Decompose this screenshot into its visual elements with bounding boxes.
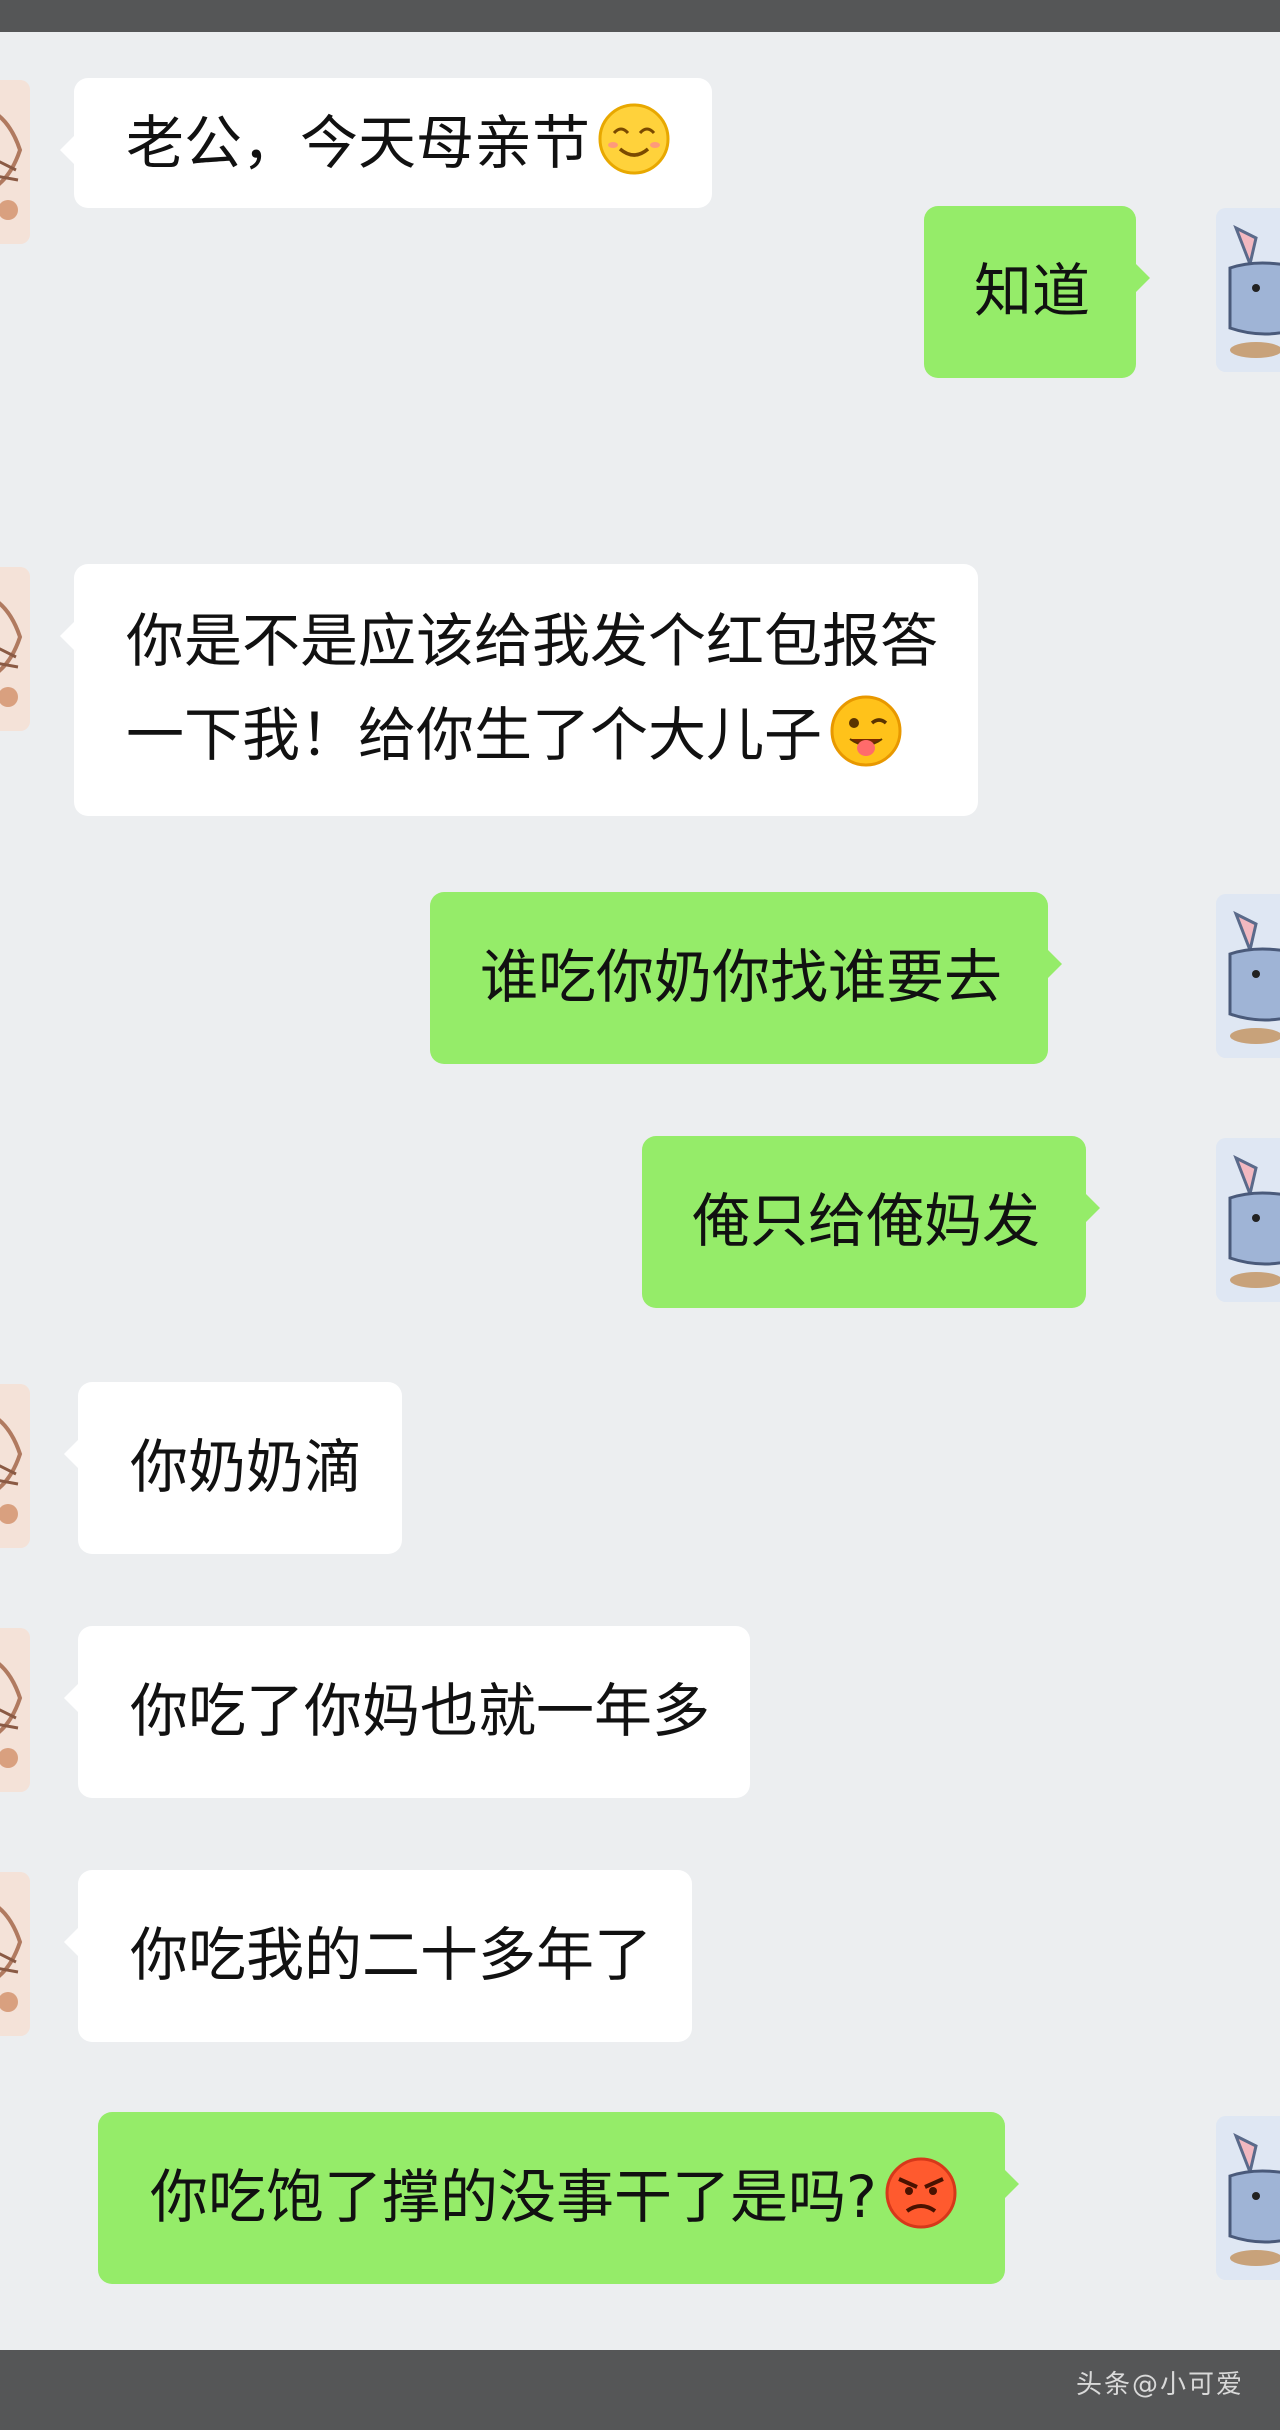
wife-avatar[interactable] bbox=[0, 80, 30, 244]
message-bubble[interactable]: 你奶奶滴 bbox=[63, 1382, 403, 1554]
message-bubble[interactable]: 你是不是应该给我发个红包报答 一下我！给你生了个大儿子 bbox=[59, 564, 979, 816]
message-bubble[interactable]: 谁吃你奶你找谁要去 bbox=[430, 892, 1063, 1064]
message-text: 俺只给俺妈发 bbox=[692, 1187, 1041, 1255]
message-bubble[interactable]: 老公，今天母亲节 bbox=[59, 78, 713, 208]
wife-avatar[interactable] bbox=[0, 1384, 30, 1548]
winking-tongue-icon bbox=[828, 693, 904, 769]
message-text: 你吃饱了撑的没事干了是吗? bbox=[150, 2163, 877, 2231]
message-bubble[interactable]: 俺只给俺妈发 bbox=[642, 1136, 1101, 1308]
message-bubble[interactable]: 知道 bbox=[924, 206, 1151, 378]
message-text: 老公，今天母亲节 bbox=[126, 109, 591, 177]
watermark: 头条@小可爱 bbox=[1075, 2370, 1244, 2400]
message-bubble[interactable]: 你吃了你妈也就一年多 bbox=[63, 1626, 751, 1798]
message-text: 你奶奶滴 bbox=[130, 1433, 363, 1501]
message-text: 你吃了你妈也就一年多 bbox=[130, 1677, 711, 1745]
wife-avatar[interactable] bbox=[0, 1872, 30, 2036]
message-bubble[interactable]: 你吃饱了撑的没事干了是吗? bbox=[98, 2112, 1019, 2284]
message-text-line: 一下我！给你生了个大儿子 bbox=[126, 688, 938, 782]
husband-avatar[interactable] bbox=[1216, 894, 1280, 1058]
message-bubble[interactable]: 你吃我的二十多年了 bbox=[63, 1870, 693, 2042]
smiling-face-icon bbox=[596, 101, 672, 177]
message-text-line: 你是不是应该给我发个红包报答 bbox=[126, 607, 939, 675]
husband-avatar[interactable] bbox=[1216, 1138, 1280, 1302]
message-text: 你吃我的二十多年了 bbox=[130, 1921, 653, 1989]
chat-area: 老公，今天母亲节 知道 你是不是应该给我发个红包报答 一下我！给你生了个大儿子 … bbox=[0, 32, 1280, 2350]
message-text: 知道 bbox=[974, 257, 1091, 325]
message-text: 一下我！给你生了个大儿子 bbox=[126, 701, 823, 769]
angry-face-icon bbox=[883, 2155, 959, 2231]
message-text: 谁吃你奶你找谁要去 bbox=[480, 943, 1003, 1011]
husband-avatar[interactable] bbox=[1216, 2116, 1280, 2280]
wife-avatar[interactable] bbox=[0, 567, 30, 731]
wife-avatar[interactable] bbox=[0, 1628, 30, 1792]
husband-avatar[interactable] bbox=[1216, 208, 1280, 372]
